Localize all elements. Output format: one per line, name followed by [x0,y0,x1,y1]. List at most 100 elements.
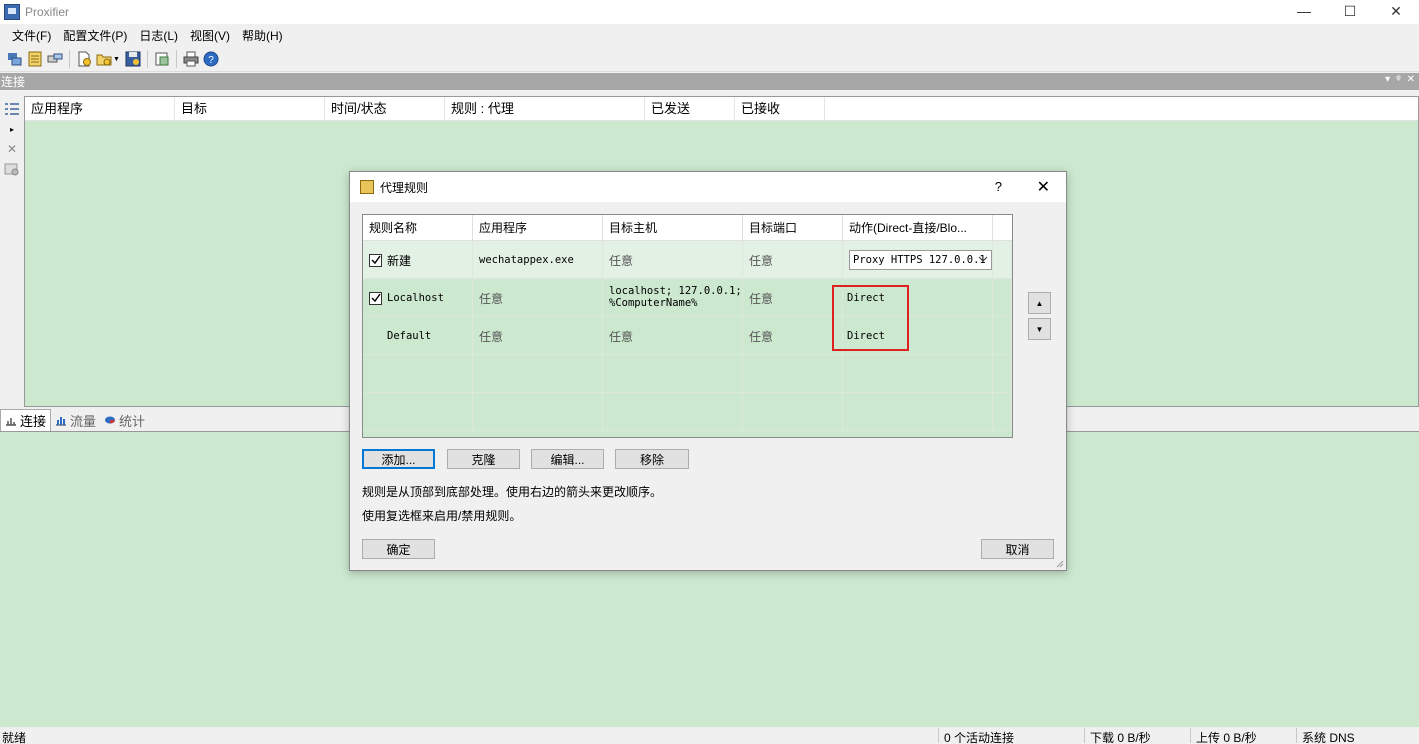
column-header-rule-proxy[interactable]: 规则 : 代理 [445,97,645,121]
rule-applications: wechatappex.exe [473,241,603,279]
new-profile-icon[interactable] [75,50,93,68]
tab-statistics[interactable]: 统计 [100,409,149,431]
rule-target-ports: 任意 [743,317,843,355]
open-profile-icon[interactable] [95,50,113,68]
dialog-note-order: 规则是从顶部到底部处理。使用右边的箭头来更改顺序。 [362,485,663,499]
rules-icon[interactable] [26,50,44,68]
rule-target-hosts: 任意 [603,317,743,355]
column-header-applications[interactable]: 应用程序 [473,215,603,241]
connection-details-icon[interactable] [3,161,21,177]
column-header-application[interactable]: 应用程序 [25,97,175,121]
rule-name: 新建 [387,253,412,268]
tab-connections[interactable]: 连接 [0,409,52,431]
menu-log[interactable]: 日志(L) [133,27,184,44]
resize-grip-icon[interactable] [1054,558,1064,568]
title-bar: Proxifier — ☐ ✕ [0,0,1419,24]
column-header-rule-name[interactable]: 规则名称 [363,215,473,241]
close-button[interactable]: ✕ [1373,0,1419,22]
clone-rule-button[interactable]: 克隆 [447,449,520,469]
help-icon[interactable]: ? [202,50,220,68]
column-header-target[interactable]: 目标 [175,97,325,121]
panel-dropdown-icon[interactable]: ▾ [1385,74,1390,85]
export-icon[interactable] [153,50,171,68]
status-ready: 就绪 [2,731,27,744]
table-row[interactable]: Localhost 任意 localhost; 127.0.0.1; %Comp… [363,279,1012,317]
close-connection-icon[interactable]: ✕ [3,141,21,157]
rule-name: Default [387,330,432,342]
status-bar: 就绪 0 个活动连接 下载 0 B/秒 上传 0 B/秒 系统 DNS [0,727,1419,744]
rule-applications: 任意 [473,279,603,317]
statistics-pie-icon [105,416,116,424]
minimize-button[interactable]: — [1281,0,1327,22]
status-dns-mode: 系统 DNS [1302,731,1355,744]
rules-table-header: 规则名称 应用程序 目标主机 目标端口 动作(Direct-直接/Blo... [363,215,1012,241]
cancel-button[interactable]: 取消 [981,539,1054,559]
rules-table[interactable]: 规则名称 应用程序 目标主机 目标端口 动作(Direct-直接/Blo... … [362,214,1013,438]
column-header-target-ports[interactable]: 目标端口 [743,215,843,241]
rule-name-cell: Localhost [363,279,473,317]
column-header-time-status[interactable]: 时间/状态 [325,97,445,121]
dialog-help-button[interactable]: ? [995,179,1002,194]
open-profile-dropdown-icon[interactable]: ▼ [113,56,120,63]
tab-traffic-label: 流量 [70,413,97,429]
proxy-servers-icon[interactable] [46,50,64,68]
column-header-target-hosts[interactable]: 目标主机 [603,215,743,241]
rule-action-cell: Proxy HTTPS 127.0.0.1 [843,241,993,279]
window-title: Proxifier [25,5,70,19]
column-header-received[interactable]: 已接收 [735,97,825,121]
rule-enabled-checkbox[interactable] [369,291,382,305]
empty-row [363,393,1012,431]
maximize-button[interactable]: ☐ [1327,0,1373,22]
rules-dialog-icon [360,180,374,194]
rule-action-value: Proxy HTTPS 127.0.0.1 [853,254,986,266]
chevron-down-icon [978,256,988,262]
edit-rule-button[interactable]: 编辑... [531,449,604,469]
table-row[interactable]: 新建 wechatappex.exe 任意 任意 Proxy HTTPS 127… [363,241,1012,279]
rule-target-ports: 任意 [743,279,843,317]
rule-name-cell: 新建 [363,241,473,279]
status-active-connections: 0 个活动连接 [944,731,1015,744]
connections-icon[interactable] [6,50,24,68]
menu-bar: 文件(F) 配置文件(P) 日志(L) 视图(V) 帮助(H) [0,24,1419,46]
column-header-sent[interactable]: 已发送 [645,97,735,121]
status-separator [1190,728,1191,743]
menu-help[interactable]: 帮助(H) [236,27,289,44]
empty-row [363,355,1012,393]
connections-panel-title: 连接 [1,75,26,89]
dialog-title-bar: 代理规则 ? ✕ [350,172,1066,202]
status-download-rate: 下载 0 B/秒 [1090,731,1151,744]
window-controls: — ☐ ✕ [1281,0,1419,24]
add-rule-button[interactable]: 添加... [362,449,435,469]
menu-file[interactable]: 文件(F) [6,27,57,44]
rule-action-select[interactable]: Proxy HTTPS 127.0.0.1 [849,250,992,270]
move-down-button[interactable]: ▼ [1028,318,1051,340]
connections-tab-icon [6,417,16,426]
print-icon[interactable] [182,50,200,68]
dialog-note-checkbox: 使用复选框来启用/禁用规则。 [362,509,522,523]
dialog-close-button[interactable]: ✕ [1037,177,1050,197]
move-up-button[interactable]: ▲ [1028,292,1051,314]
panel-close-icon[interactable]: ✕ [1407,74,1415,85]
traffic-chart-icon [56,417,67,426]
save-profile-icon[interactable] [124,50,142,68]
rule-enabled-checkbox[interactable] [369,253,382,267]
toolbar: ▼ ? [0,47,1419,72]
panel-pin-icon[interactable]: ᵠ [1396,74,1400,85]
menu-profile[interactable]: 配置文件(P) [57,27,133,44]
ok-button[interactable]: 确定 [362,539,435,559]
tab-traffic[interactable]: 流量 [51,409,100,431]
svg-text:?: ? [208,55,214,66]
panel-header-buttons: ▾ ᵠ ✕ [1385,74,1415,85]
status-separator [938,728,939,743]
connections-list-header: 应用程序 目标 时间/状态 规则 : 代理 已发送 已接收 [25,97,1418,121]
status-separator [1084,728,1085,743]
menu-view[interactable]: 视图(V) [184,27,236,44]
remove-rule-button[interactable]: 移除 [615,449,689,469]
column-header-action[interactable]: 动作(Direct-直接/Blo... [843,215,993,241]
rule-name-cell: Default [363,317,473,355]
rule-target-hosts: 任意 [603,241,743,279]
list-view-icon[interactable] [3,101,21,117]
rule-target-hosts: localhost; 127.0.0.1; %ComputerName% [603,279,743,317]
table-row[interactable]: Default 任意 任意 任意 Direct [363,317,1012,355]
expand-arrow-icon[interactable]: ▸ [3,121,21,137]
